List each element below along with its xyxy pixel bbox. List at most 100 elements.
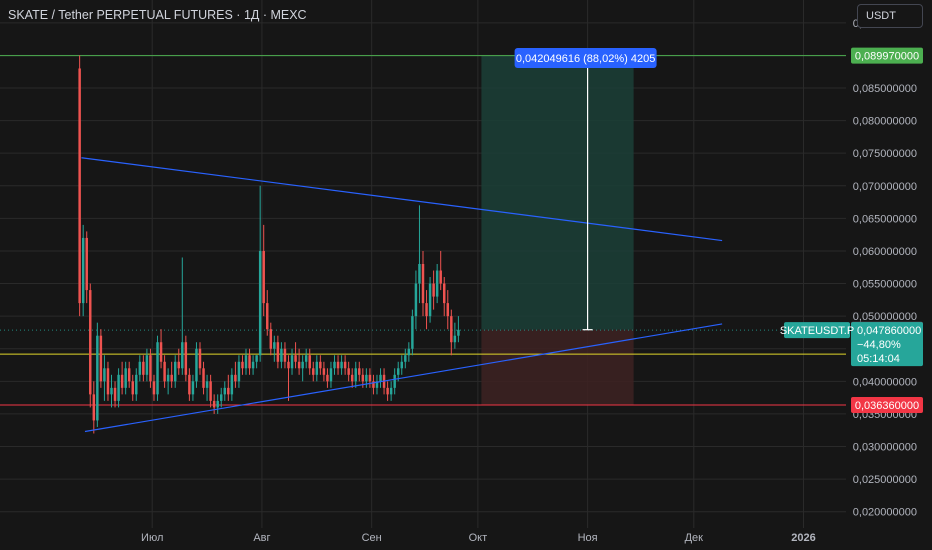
candle-body [244, 355, 248, 369]
candle-body [241, 361, 244, 369]
candle-body [301, 361, 304, 369]
candle-body [170, 374, 173, 382]
candle-body [78, 68, 81, 304]
y-tick-label: 0,050000000 [853, 311, 917, 323]
candle-body [234, 374, 237, 382]
candle-body [149, 355, 152, 382]
last-price-change: −44,80% [857, 339, 901, 351]
candle-body [227, 387, 230, 395]
measure-label-text: 0,042049616 (88,02%) 4205 [516, 53, 655, 65]
candle-body [400, 361, 404, 369]
price-chart[interactable]: 0,0950000000,0900000000,0850000000,08000… [0, 0, 932, 550]
candle-body [404, 355, 407, 362]
x-tick-label: Дек [685, 532, 704, 544]
x-tick-label: Авг [253, 532, 270, 544]
candle-body [248, 355, 251, 369]
candle-body [442, 283, 446, 304]
y-tick-label: 0,080000000 [853, 116, 917, 128]
candle-body [340, 361, 343, 369]
candle-body [283, 348, 287, 362]
candle-body [198, 348, 202, 369]
candle-body [457, 329, 460, 336]
candle-body [319, 361, 322, 369]
candle-body [103, 368, 106, 382]
candle-body [446, 303, 450, 317]
hline-price-text: 0,089970000 [855, 51, 919, 63]
candle-body [131, 381, 134, 395]
candle-body [152, 381, 156, 395]
candle-body [389, 387, 393, 395]
candle-body [251, 361, 255, 369]
candle-body [124, 368, 127, 388]
candle-body [188, 374, 191, 395]
candle-body [418, 264, 421, 284]
last-price-countdown: 05:14:04 [857, 353, 900, 365]
candle-body [212, 400, 216, 408]
position-zones [481, 55, 634, 406]
candle-body [329, 368, 333, 382]
candle-body [315, 361, 319, 375]
candle-body [177, 361, 180, 369]
candle-body [142, 361, 145, 375]
candle-body [276, 342, 280, 362]
y-tick-label: 0,040000000 [853, 376, 917, 388]
candle-body [166, 374, 170, 382]
x-tick-label: Ноя [578, 532, 598, 544]
candle-body [354, 368, 357, 382]
candle-body [156, 342, 159, 395]
candle-body [262, 250, 265, 304]
candle-body [450, 316, 453, 343]
hline-price-text: 0,036360000 [855, 400, 919, 412]
candle-body [432, 283, 435, 297]
y-tick-label: 0,075000000 [853, 148, 917, 160]
candle-body [453, 335, 457, 343]
candle-body [110, 387, 113, 395]
candle-body [347, 368, 350, 375]
candle-body [219, 394, 223, 401]
y-tick-label: 0,070000000 [853, 181, 917, 193]
candle-body [127, 368, 131, 382]
candle-body [258, 250, 262, 356]
candle-body [304, 355, 308, 362]
y-tick-label: 0,020000000 [853, 507, 917, 519]
candle-body [266, 303, 269, 330]
candle-body [181, 342, 184, 369]
candle-body [96, 335, 99, 421]
candle-body [89, 290, 92, 395]
candle-body [294, 355, 297, 362]
candle-body [287, 361, 290, 369]
candle-body [435, 270, 439, 297]
target-zone [481, 55, 634, 330]
candle-body [99, 335, 103, 382]
candle-body [358, 368, 361, 375]
candle-body [439, 270, 442, 284]
candle-body [85, 237, 88, 291]
candle-body [92, 394, 96, 421]
candle-body [386, 387, 389, 395]
candle-body [326, 374, 329, 382]
candle-body [117, 374, 120, 401]
currency-button[interactable]: USDT [857, 4, 923, 28]
candle-body [428, 283, 432, 317]
candle-body [336, 361, 340, 369]
candle-body [184, 342, 188, 375]
candle-body [113, 387, 117, 401]
candle-body [195, 348, 198, 382]
candle-body [322, 368, 326, 375]
x-tick-label: 2026 [791, 532, 815, 544]
candle-body [421, 264, 425, 304]
y-tick-label: 0,065000000 [853, 213, 917, 225]
candle-body [106, 368, 110, 395]
candle-body [308, 355, 311, 369]
candle-body [138, 361, 142, 375]
candles [78, 55, 460, 434]
candle-body [205, 381, 209, 388]
y-tick-label: 0,085000000 [853, 83, 917, 95]
last-price-price: 0,047860000 [857, 325, 921, 337]
candle-body [191, 381, 195, 395]
candle-body [393, 374, 396, 388]
y-tick-label: 0,025000000 [853, 474, 917, 486]
candle-body [361, 374, 365, 382]
candle-body [230, 374, 234, 395]
candle-body [425, 303, 428, 317]
